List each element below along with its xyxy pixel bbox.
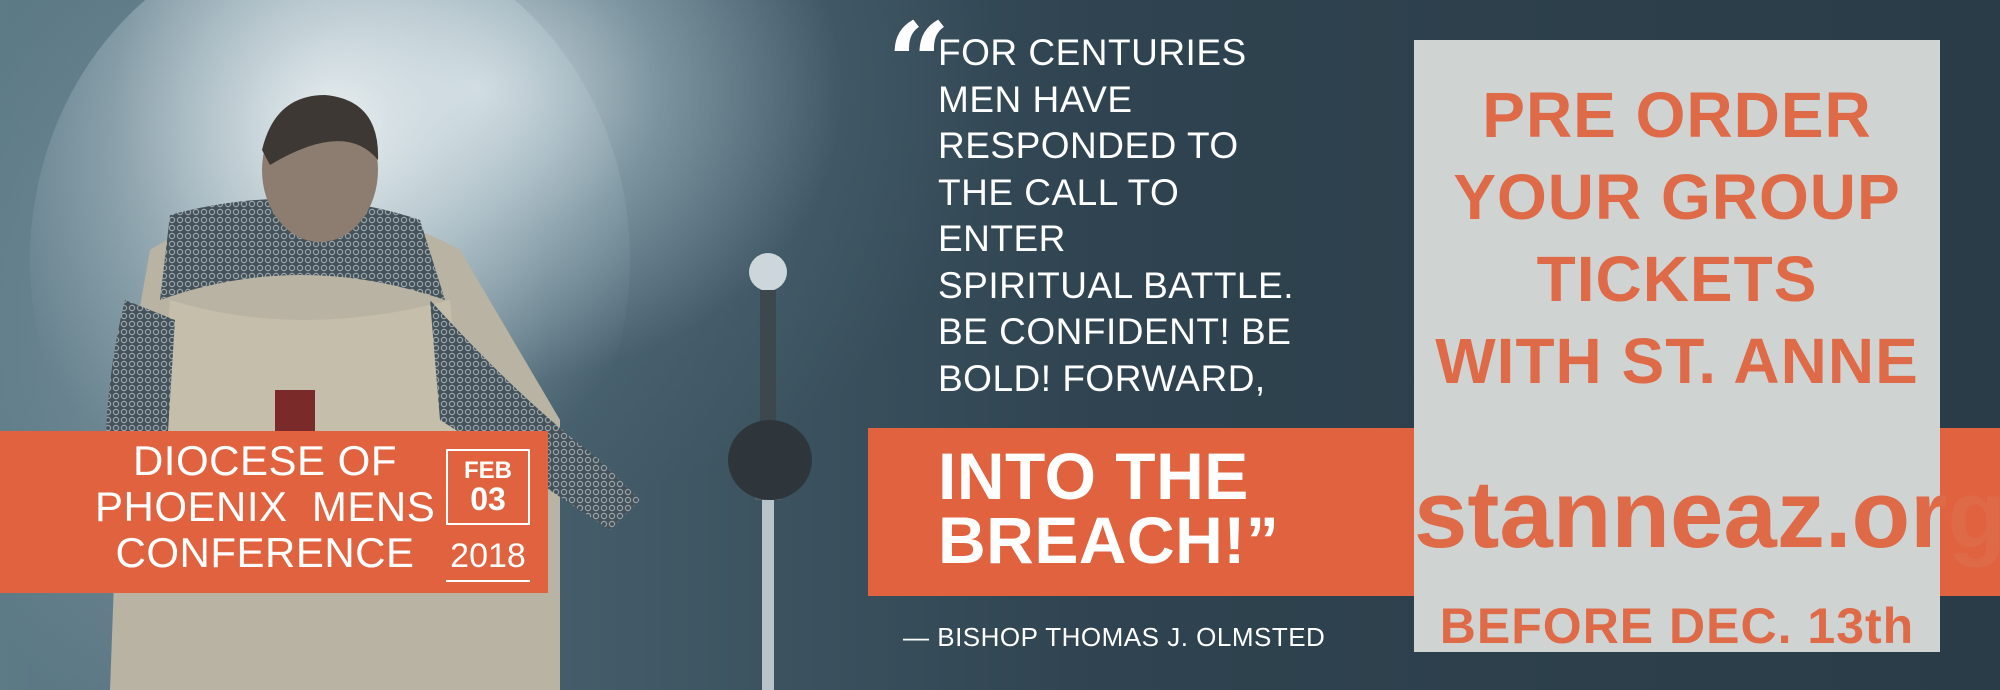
date-divider: [446, 580, 530, 582]
conference-name-line: DIOCESE OF: [132, 437, 398, 484]
quote-line: FOR CENTURIES: [938, 32, 1247, 73]
date-month: FEB: [464, 457, 512, 484]
quote-line: BE CONFIDENT! BE: [938, 311, 1292, 352]
promo-line: PRE ORDER: [1482, 79, 1872, 151]
date-box: FEB 03: [446, 449, 530, 525]
quote-line: SPIRITUAL BATTLE.: [938, 264, 1294, 306]
promo-panel: PRE ORDER YOUR GROUP TICKETS WITH ST. AN…: [1414, 40, 2000, 654]
quote-line: ENTER: [938, 218, 1066, 259]
breach-line: INTO THE: [938, 439, 1249, 513]
promo-url-link[interactable]: stanneaz.org: [1414, 460, 2000, 570]
quote-line: RESPONDED TO: [938, 125, 1239, 166]
quote-line: MEN HAVE: [938, 78, 1133, 120]
conference-name-line: CONFERENCE: [115, 529, 415, 576]
quote-line: BOLD! FORWARD,: [938, 357, 1266, 399]
conference-name: DIOCESE OF PHOENIX MENS CONFERENCE: [95, 438, 435, 576]
quote-line: THE CALL TO: [938, 171, 1180, 213]
breach-headline: INTO THE BREACH!”: [938, 439, 1378, 577]
conference-name-line: PHOENIX MENS: [95, 483, 436, 530]
breach-line: BREACH!”: [938, 503, 1280, 577]
date-year: 2018: [450, 537, 526, 575]
quote-attribution: — BISHOP THOMAS J. OLMSTED: [903, 622, 1326, 652]
quote-text: FOR CENTURIES MEN HAVE RESPONDED TO THE …: [938, 30, 1358, 402]
promo-deadline: BEFORE DEC. 13th: [1439, 598, 1915, 654]
date-day: 03: [470, 481, 506, 517]
promo-line: YOUR GROUP: [1453, 161, 1901, 233]
promo-line: TICKETS: [1536, 243, 1818, 315]
promo-line: WITH ST. ANNE: [1435, 325, 1919, 397]
conference-banner: DIOCESE OF PHOENIX MENS CONFERENCE FEB 0…: [0, 0, 2000, 690]
promo-headline: PRE ORDER YOUR GROUP TICKETS WITH ST. AN…: [1414, 74, 1940, 402]
